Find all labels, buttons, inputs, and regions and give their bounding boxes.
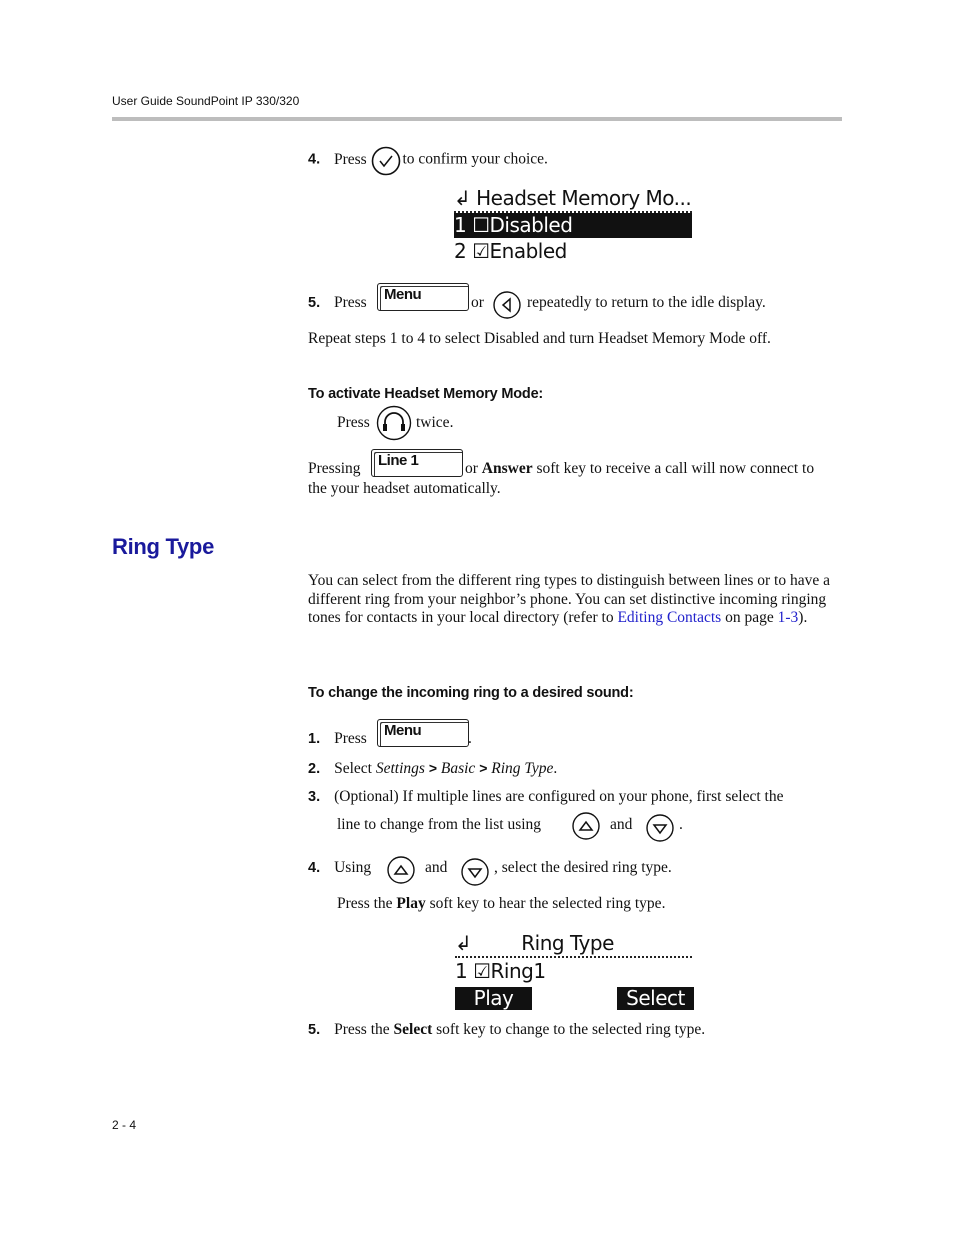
ring-step-2: 2. Select Settings > Basic > Ring Type. <box>308 760 558 777</box>
lcd-ring-row: 1 ☑Ring1 <box>455 959 546 983</box>
running-header: User Guide SoundPoint IP 330/320 <box>112 94 300 108</box>
select-softkey[interactable]: Select <box>617 987 694 1010</box>
back-arrow-icon: ↲ <box>454 186 471 210</box>
ring-type-intro: You can select from the different ring t… <box>308 572 831 627</box>
down-arrow-circle-icon <box>460 857 490 892</box>
editing-contacts-link[interactable]: Editing Contacts <box>617 609 721 626</box>
up-arrow-circle-icon <box>386 855 416 890</box>
menu-key-icon: Menu <box>377 283 469 311</box>
lcd-ring-type: ↲ Ring Type 1 ☑Ring1 Play Select <box>455 931 695 1013</box>
header-rule <box>112 117 842 121</box>
back-arrow-icon: ↲ <box>455 931 472 955</box>
step-5-return: 5. Press <box>308 294 367 311</box>
up-arrow-circle-icon <box>571 811 601 846</box>
ring-step-4: 4. Using <box>308 859 372 876</box>
left-arrow-circle-icon <box>492 290 522 325</box>
ring-step-5: 5. Press the Select soft key to change to… <box>308 1021 706 1038</box>
play-softkey[interactable]: Play <box>455 987 532 1010</box>
ring-step-3: 3. (Optional) If multiple lines are confi… <box>308 788 784 805</box>
lcd-option-enabled: 2 ☑Enabled <box>454 239 567 263</box>
document-page: User Guide SoundPoint IP 330/320 4. Pres… <box>0 0 954 1235</box>
down-arrow-circle-icon <box>645 813 675 848</box>
section-title: Ring Type <box>112 534 215 559</box>
lcd-headset-memory: ↲ Headset Memory Mo... 1 ☐Disabled 2 ☑En… <box>454 186 692 263</box>
repeat-note: Repeat steps 1 to 4 to select Disabled a… <box>308 330 771 347</box>
line1-key-icon: Line 1 <box>371 449 463 477</box>
menu-key-icon: Menu <box>377 719 469 747</box>
check-circle-icon <box>371 146 400 176</box>
ring-step-1: 1. Press <box>308 730 367 747</box>
page-link[interactable]: 1-3 <box>778 609 799 626</box>
headset-icon <box>376 405 412 446</box>
activate-heading: To activate Headset Memory Mode: <box>308 386 544 402</box>
ring-subheading: To change the incoming ring to a desired… <box>308 685 634 701</box>
page-number: 2 - 4 <box>112 1118 137 1132</box>
step-4-confirm: 4. Press to confirm your choice. <box>308 146 548 176</box>
lcd-option-disabled: 1 ☐Disabled <box>454 213 692 238</box>
